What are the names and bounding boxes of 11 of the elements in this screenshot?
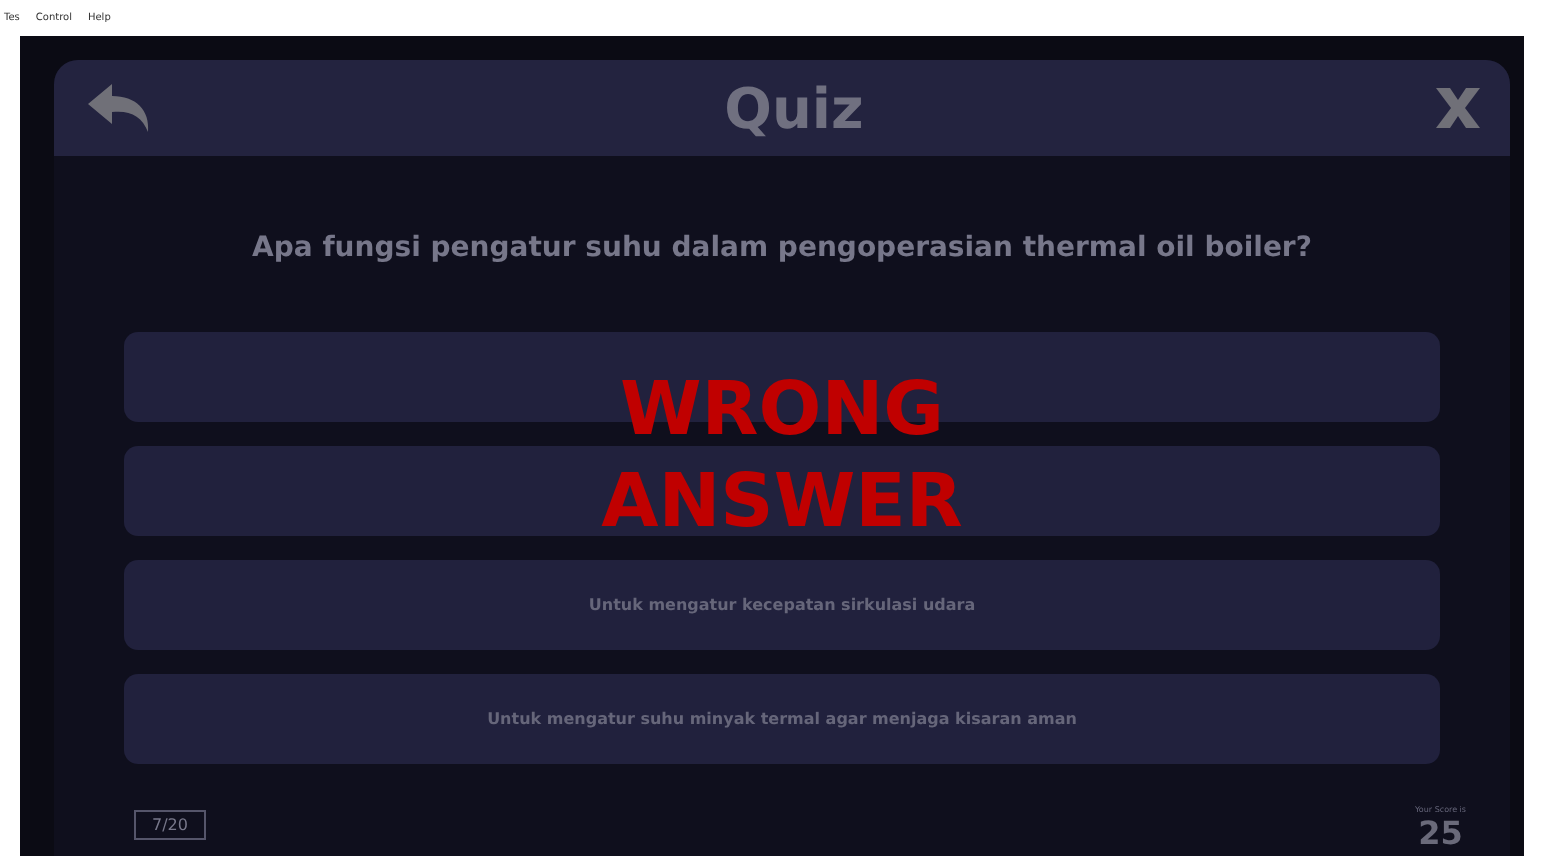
- question-counter: 7/20: [134, 810, 206, 840]
- close-icon: [1433, 86, 1482, 130]
- back-button[interactable]: [86, 82, 154, 134]
- quiz-title: Quiz: [724, 75, 864, 141]
- close-button[interactable]: [1433, 86, 1482, 130]
- wrong-answer-text: WRONG: [619, 364, 945, 456]
- question-text: Apa fungsi pengatur suhu dalam pengoperasian thermal oil boiler?: [250, 232, 1314, 264]
- score-value: 25: [1418, 814, 1463, 852]
- back-arrow-icon: [86, 82, 154, 134]
- answer-option[interactable]: [124, 446, 1440, 536]
- wrong-answer-text: ANSWER: [601, 456, 963, 548]
